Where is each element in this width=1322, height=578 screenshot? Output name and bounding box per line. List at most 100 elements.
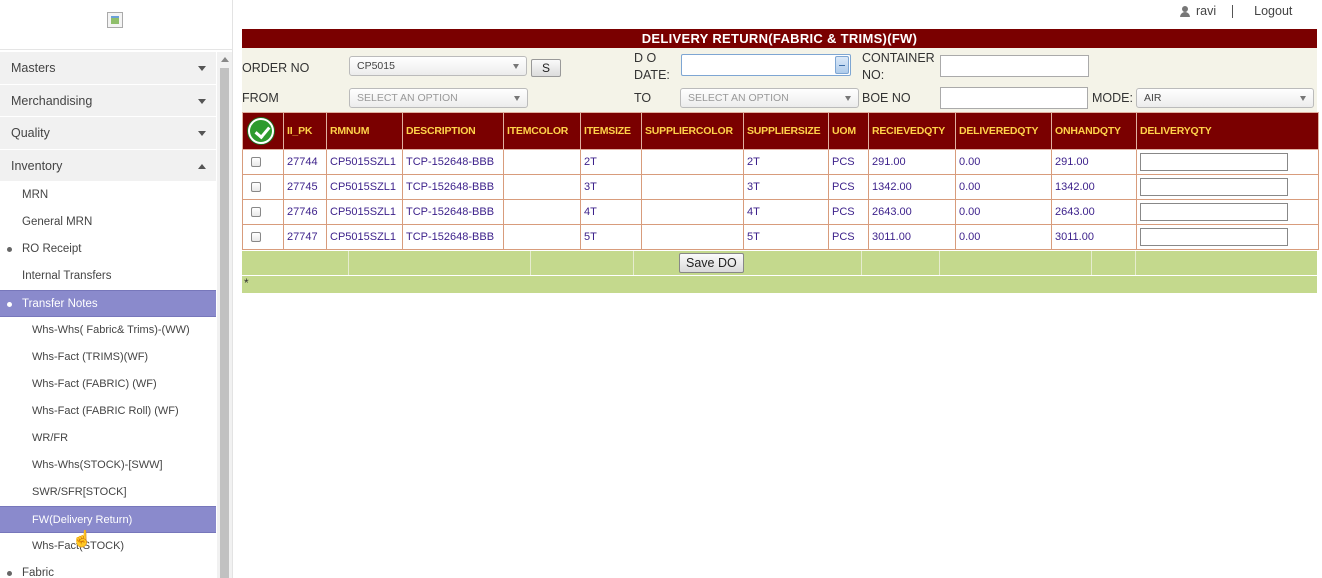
scroll-up-arrow-icon[interactable] xyxy=(221,57,229,62)
row-checkbox[interactable] xyxy=(251,182,261,192)
bullet-icon xyxy=(7,302,12,307)
sidebar-subitem-fw-delivery-return[interactable]: FW(Delivery Return) xyxy=(0,506,216,533)
menu-inventory[interactable]: Inventory xyxy=(0,149,216,182)
menu-quality[interactable]: Quality xyxy=(0,117,216,150)
divider xyxy=(1091,251,1092,275)
mode-value: AIR xyxy=(1144,92,1162,104)
menu-merchandising-label: Merchandising xyxy=(11,93,93,108)
cell-description: TCP-152648-BBB xyxy=(402,224,504,250)
dropdown-arrow-icon xyxy=(1300,96,1306,101)
select-all-check-icon[interactable] xyxy=(248,118,274,144)
cell-uom: PCS xyxy=(828,149,869,175)
table-row: 27747 CP5015SZL1 TCP-152648-BBB 5T 5T PC… xyxy=(242,224,1319,250)
filter-form: ORDER NO CP5015 S D O DATE: CONTAINER NO… xyxy=(242,48,1317,112)
to-placeholder: SELECT AN OPTION xyxy=(688,92,789,104)
cell-deliveryqty xyxy=(1136,199,1319,225)
divider xyxy=(1135,251,1136,275)
sidebar-subitem-whs-whs-stock[interactable]: Whs-Whs(STOCK)-[SWW] xyxy=(0,452,216,479)
column-header: SUPPLIERCOLOR xyxy=(641,112,744,150)
row-checkbox[interactable] xyxy=(251,157,261,167)
hand-cursor-icon: ☝ xyxy=(72,531,92,548)
divider xyxy=(1232,4,1234,18)
sidebar-item-label: Transfer Notes xyxy=(22,298,98,310)
divider xyxy=(861,251,862,275)
logout-link[interactable]: Logout xyxy=(1254,4,1292,18)
cell-deliveryqty xyxy=(1136,174,1319,200)
sidebar-subitem-whs-fact-trims[interactable]: Whs-Fact (TRIMS)(WF) xyxy=(0,344,216,371)
mode-select[interactable]: AIR xyxy=(1136,88,1314,108)
column-header: ITEMCOLOR xyxy=(503,112,581,150)
column-header: SUPPLIERSIZE xyxy=(743,112,829,150)
search-s-button[interactable]: S xyxy=(531,59,561,77)
delivery-qty-input[interactable] xyxy=(1140,178,1288,196)
column-header: ONHANDQTY xyxy=(1051,112,1137,150)
container-no-input[interactable] xyxy=(940,55,1089,77)
cell-recievedqty: 1342.00 xyxy=(868,174,956,200)
sidebar-subitem-whs-fact-fabric-roll[interactable]: Whs-Fact (FABRIC Roll) (WF) xyxy=(0,398,216,425)
cell-itemcolor xyxy=(503,174,581,200)
row-checkbox-cell xyxy=(242,199,284,225)
sidebar-subitem-whs-fact-fabric[interactable]: Whs-Fact (FABRIC) (WF) xyxy=(0,371,216,398)
table-row: 27745 CP5015SZL1 TCP-152648-BBB 3T 3T PC… xyxy=(242,174,1319,200)
cell-rmnum: CP5015SZL1 xyxy=(326,174,403,200)
chevron-down-icon xyxy=(198,131,206,136)
sidebar-subitem-whs-whs-fabric-trims[interactable]: Whs-Whs( Fabric& Trims)-(WW) xyxy=(0,317,216,344)
sidebar-item-fabric[interactable]: Fabric xyxy=(0,560,216,578)
cell-suppliersize: 4T xyxy=(743,199,829,225)
boe-no-input[interactable] xyxy=(940,87,1088,109)
menu-masters[interactable]: Masters xyxy=(0,52,216,85)
sidebar-subitem-swr-sfr-stock[interactable]: SWR/SFR[STOCK] xyxy=(0,479,216,506)
table-row: 27746 CP5015SZL1 TCP-152648-BBB 4T 4T PC… xyxy=(242,199,1319,225)
cell-deliveredqty: 0.00 xyxy=(955,199,1052,225)
row-checkbox[interactable] xyxy=(251,207,261,217)
column-header: DESCRIPTION xyxy=(402,112,504,150)
cell-deliveryqty xyxy=(1136,149,1319,175)
menu-inventory-label: Inventory xyxy=(11,158,63,173)
order-no-select[interactable]: CP5015 xyxy=(349,56,527,76)
dropdown-arrow-icon xyxy=(513,64,519,69)
delivery-qty-input[interactable] xyxy=(1140,203,1288,221)
cell-suppliersize: 5T xyxy=(743,224,829,250)
cell-itemsize: 4T xyxy=(580,199,642,225)
username: ravi xyxy=(1196,4,1217,18)
save-do-button[interactable]: Save DO xyxy=(679,253,744,273)
sidebar-item-transfer-notes[interactable]: Transfer Notes xyxy=(0,290,216,317)
select-all-cell xyxy=(242,112,284,150)
sidebar-item-general-mrn[interactable]: General MRN xyxy=(0,209,216,236)
cell-itemsize: 5T xyxy=(580,224,642,250)
sidebar-subitem-wr-fr[interactable]: WR/FR xyxy=(0,425,216,452)
to-select[interactable]: SELECT AN OPTION xyxy=(680,88,859,108)
sidebar-item-label: Fabric xyxy=(22,567,54,578)
cell-description: TCP-152648-BBB xyxy=(402,199,504,225)
cell-itemsize: 2T xyxy=(580,149,642,175)
scrollbar-thumb[interactable] xyxy=(220,68,229,578)
column-header: RMNUM xyxy=(326,112,403,150)
chevron-down-icon xyxy=(198,66,206,71)
sidebar-menu: Masters Merchandising Quality Inventory … xyxy=(0,52,216,578)
column-header: UOM xyxy=(828,112,869,150)
sidebar-item-ro-receipt[interactable]: RO Receipt xyxy=(0,236,216,263)
cell-suppliercolor xyxy=(641,199,744,225)
from-label: FROM xyxy=(242,91,279,105)
from-select[interactable]: SELECT AN OPTION xyxy=(349,88,528,108)
sidebar-item-mrn[interactable]: MRN xyxy=(0,182,216,209)
delivery-qty-input[interactable] xyxy=(1140,153,1288,171)
sidebar-subitem-whs-fact-stock[interactable]: Whs-Fact(STOCK) xyxy=(0,533,216,560)
items-table: II_PK RMNUM DESCRIPTION ITEMCOLOR ITEMSI… xyxy=(242,112,1319,250)
cell-deliveredqty: 0.00 xyxy=(955,149,1052,175)
cell-itemcolor xyxy=(503,224,581,250)
container-no-label: CONTAINER xyxy=(862,51,935,65)
do-date-input[interactable] xyxy=(681,54,851,76)
cell-onhandqty: 1342.00 xyxy=(1051,174,1137,200)
bullet-icon xyxy=(7,571,12,576)
sidebar-item-label: RO Receipt xyxy=(22,243,82,255)
cell-description: TCP-152648-BBB xyxy=(402,174,504,200)
do-date-label: D O xyxy=(634,51,657,65)
row-checkbox[interactable] xyxy=(251,232,261,242)
sidebar-item-internal-transfers[interactable]: Internal Transfers xyxy=(0,263,216,290)
menu-merchandising[interactable]: Merchandising xyxy=(0,84,216,117)
delivery-qty-input[interactable] xyxy=(1140,228,1288,246)
cell-suppliercolor xyxy=(641,149,744,175)
calendar-trigger-icon[interactable] xyxy=(835,56,849,74)
sidebar-scrollbar[interactable] xyxy=(217,52,232,578)
